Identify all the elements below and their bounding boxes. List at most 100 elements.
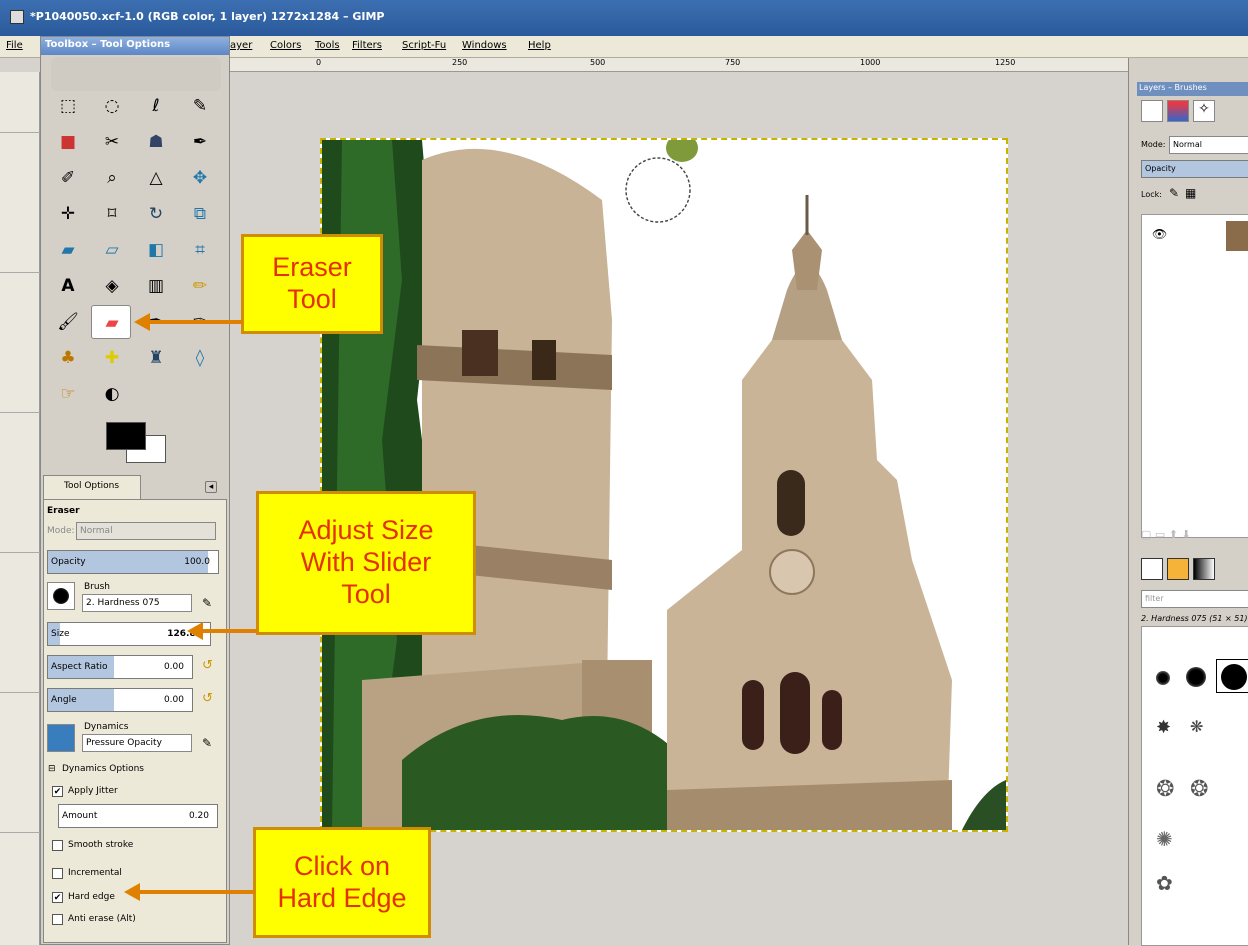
angle-slider[interactable]: Angle 0.00 — [47, 688, 193, 712]
brush-preview[interactable] — [47, 582, 75, 610]
tab-brushes-icon[interactable] — [1141, 558, 1163, 580]
reset-angle-icon[interactable]: ↺ — [202, 691, 213, 706]
window-title: *P1040050.xcf-1.0 (RGB color, 1 layer) 1… — [30, 10, 385, 23]
mode-select[interactable]: Normal — [76, 522, 216, 540]
anti-erase-checkbox[interactable] — [52, 914, 63, 925]
brush-item-selected[interactable] — [1216, 659, 1248, 693]
layer-thumbnail[interactable] — [1226, 221, 1248, 251]
eraser-icon[interactable]: ▰ — [91, 305, 131, 339]
crop-icon[interactable]: ⌑ — [99, 201, 125, 227]
amount-slider[interactable]: Amount 0.20 — [58, 804, 218, 828]
paths-icon[interactable]: ✒ — [187, 129, 213, 155]
amount-value: 0.20 — [188, 811, 209, 821]
paintbrush-icon[interactable]: 🖌 — [55, 309, 81, 335]
blend-icon[interactable]: ▥ — [143, 273, 169, 299]
tab-tool-options[interactable]: Tool Options — [43, 475, 141, 499]
dynamics-field[interactable]: Pressure Opacity — [82, 734, 192, 752]
menu-tools[interactable]: Tools — [315, 40, 340, 51]
hard-edge-checkbox[interactable]: ✔ — [52, 892, 63, 903]
scissors-icon[interactable]: ✂ — [99, 129, 125, 155]
text-icon[interactable]: A — [55, 273, 81, 299]
tab-gradients-icon[interactable] — [1193, 558, 1215, 580]
aspect-ratio-slider[interactable]: Aspect Ratio 0.00 — [47, 655, 193, 679]
opacity-slider[interactable]: Opacity 100.0 — [47, 550, 219, 574]
menu-help[interactable]: Help — [528, 40, 551, 51]
brush-item[interactable]: ❂ — [1156, 777, 1180, 802]
menu-filters[interactable]: Filters — [352, 40, 382, 51]
ruler-tick — [0, 132, 40, 133]
brushes-grid[interactable]: ✸ ❋ ❂ ❂ ✺ ✿ — [1141, 626, 1248, 946]
menu-layer[interactable]: ayer — [230, 40, 252, 51]
layers-opacity-slider[interactable]: Opacity — [1141, 160, 1248, 178]
measure-icon[interactable]: △ — [143, 165, 169, 191]
brush-item[interactable] — [1156, 671, 1170, 685]
brush-item[interactable]: ❋ — [1190, 717, 1210, 737]
brush-item[interactable]: ❂ — [1190, 777, 1214, 802]
expander-icon[interactable]: ⊟ — [48, 764, 56, 774]
ellipse-select-icon[interactable]: ◌ — [99, 93, 125, 119]
brush-item[interactable]: ✺ — [1156, 827, 1180, 851]
incremental-checkbox[interactable] — [52, 868, 63, 879]
layers-mode-select[interactable]: Normal — [1169, 136, 1248, 154]
brush-item[interactable]: ✸ — [1156, 717, 1176, 738]
flip-icon[interactable]: ◧ — [143, 237, 169, 263]
menu-colors[interactable]: Colors — [270, 40, 301, 51]
brush-filter-input[interactable]: filter — [1141, 590, 1248, 608]
scale-icon[interactable]: ⧉ — [187, 201, 213, 227]
perspective-clone-icon[interactable]: ♜ — [143, 345, 169, 371]
dynamics-options-label[interactable]: Dynamics Options — [62, 764, 144, 774]
fuzzy-select-icon[interactable]: ✎ — [187, 93, 213, 119]
layers-list[interactable]: 👁 — [1141, 214, 1248, 538]
smudge-icon[interactable]: ☞ — [55, 381, 81, 407]
dodge-burn-icon[interactable]: ◐ — [99, 381, 125, 407]
clone-icon[interactable]: ♣ — [55, 345, 81, 371]
tab-paths-icon[interactable]: ✧ — [1193, 100, 1215, 122]
brush-item[interactable]: ✿ — [1156, 871, 1180, 895]
dynamics-icon[interactable] — [47, 724, 75, 752]
bucket-fill-icon[interactable]: ◈ — [99, 273, 125, 299]
color-select-icon[interactable]: ■ — [55, 129, 81, 155]
tab-patterns-icon[interactable] — [1167, 558, 1189, 580]
tab-layers-icon[interactable] — [1141, 100, 1163, 122]
ruler-tick — [0, 552, 40, 553]
vertical-ruler[interactable] — [0, 72, 40, 945]
pencil-icon[interactable]: ✏ — [187, 273, 213, 299]
move-icon[interactable]: ✥ — [187, 165, 213, 191]
gimp-wilber-logo — [51, 57, 221, 91]
lock-pixels-icon[interactable]: ✎ — [1169, 186, 1179, 200]
fg-bg-color-swatch[interactable] — [101, 417, 181, 472]
heal-icon[interactable]: ✚ — [99, 345, 125, 371]
image-canvas[interactable] — [320, 138, 1008, 832]
menu-windows[interactable]: Windows — [462, 40, 507, 51]
foreground-select-icon[interactable]: ☗ — [143, 129, 169, 155]
free-select-icon[interactable]: ℓ — [143, 93, 169, 119]
apply-jitter-checkbox[interactable]: ✔ — [52, 786, 63, 797]
eye-icon[interactable]: 👁 — [1152, 227, 1167, 241]
tab-tool-options-label: Tool Options — [64, 481, 120, 491]
menu-script-fu[interactable]: Script-Fu — [402, 40, 446, 51]
rotate-icon[interactable]: ↻ — [143, 201, 169, 227]
align-icon[interactable]: ✛ — [55, 201, 81, 227]
arrowhead-eraser-icon — [134, 313, 150, 331]
smooth-stroke-checkbox[interactable] — [52, 840, 63, 851]
brush-field[interactable]: 2. Hardness 075 — [82, 594, 192, 612]
tab-channels-icon[interactable] — [1167, 100, 1189, 122]
shear-icon[interactable]: ▰ — [55, 237, 81, 263]
panel-menu-icon[interactable]: ◂ — [205, 481, 217, 493]
edit-brush-icon[interactable]: ✎ — [202, 596, 212, 610]
zoom-icon[interactable]: ⌕ — [99, 165, 125, 191]
cage-icon[interactable]: ⌗ — [187, 237, 213, 263]
lock-alpha-icon[interactable]: ▦ — [1185, 186, 1196, 200]
blur-icon[interactable]: ◊ — [187, 345, 213, 371]
perspective-icon[interactable]: ▱ — [99, 237, 125, 263]
callout-size-text: Adjust Size With Slider Tool — [298, 515, 434, 609]
reset-aspect-icon[interactable]: ↺ — [202, 658, 213, 673]
brush-item[interactable] — [1186, 667, 1206, 687]
rect-select-icon[interactable]: ⬚ — [55, 93, 81, 119]
apply-jitter-label: Apply Jitter — [68, 786, 118, 796]
color-picker-icon[interactable]: ✐ — [55, 165, 81, 191]
menu-file[interactable]: File — [6, 40, 23, 51]
foreground-color[interactable] — [106, 422, 146, 450]
layers-dock: Layers – Brushes ✧ Mode: Normal Opacity … — [1128, 58, 1248, 946]
edit-dynamics-icon[interactable]: ✎ — [202, 736, 212, 750]
